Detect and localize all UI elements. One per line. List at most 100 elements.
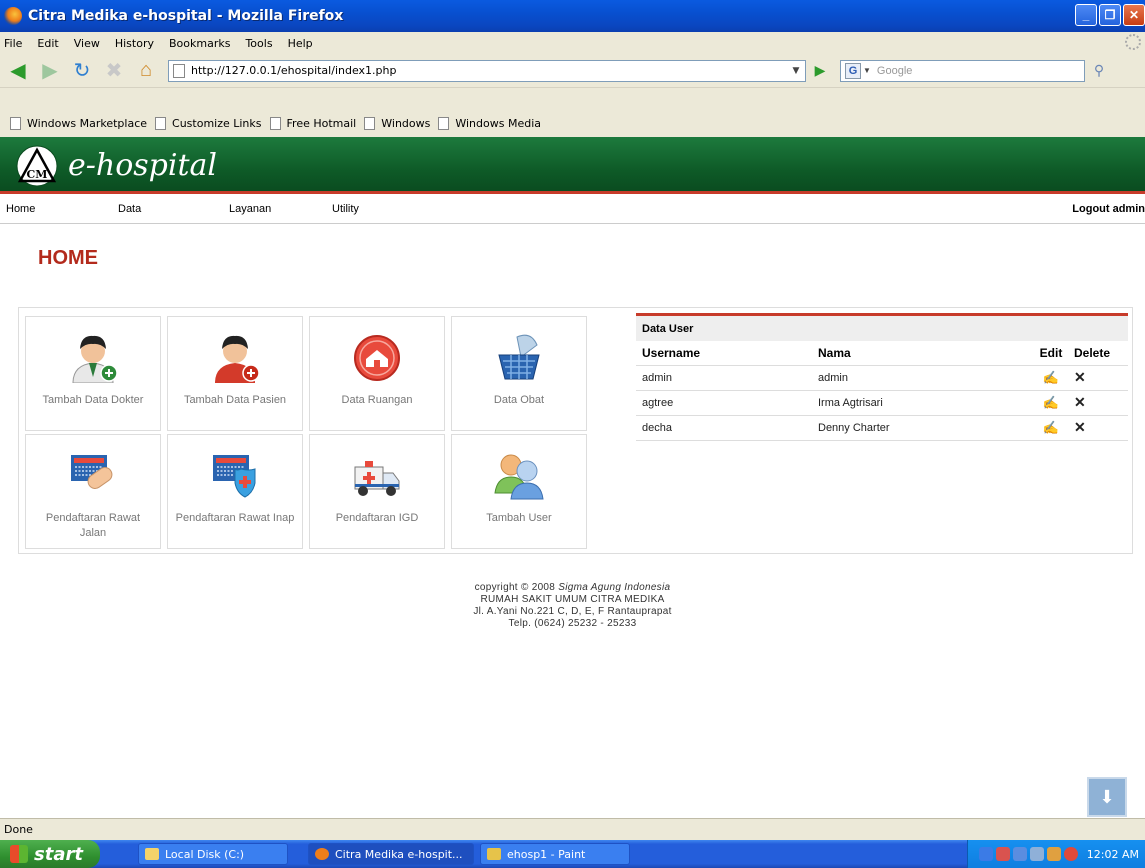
page-viewport: CM e-hospital Home Data Layanan Utility … [0,137,1145,818]
cell-username: agtree [636,389,812,415]
patient-add-icon [207,331,263,383]
delete-icon[interactable]: ✕ [1074,394,1086,410]
page-icon [438,117,450,130]
users-icon [491,449,547,501]
menu-help[interactable]: Help [288,37,313,50]
google-icon[interactable]: G [845,62,861,79]
nav-data[interactable]: Data [118,203,141,215]
site-header: CM e-hospital [0,137,1145,194]
address-bar[interactable]: http://127.0.0.1/ehospital/index1.php ▼ [168,59,806,82]
table-header-row: Username Nama Edit Delete [636,341,1128,365]
col-username: Username [642,345,701,360]
system-tray: 12:02 AM [967,840,1145,868]
paint-icon [487,848,501,860]
delete-icon[interactable]: ✕ [1074,369,1086,385]
tile-data-obat[interactable]: Data Obat [451,316,587,431]
delete-icon[interactable]: ✕ [1074,419,1086,435]
url-text[interactable]: http://127.0.0.1/ehospital/index1.php [191,64,787,77]
tile-pendaftaran-igd[interactable]: Pendaftaran IGD [309,434,445,549]
tile-tambah-user[interactable]: Tambah User [451,434,587,549]
reload-button[interactable]: ↻ [68,59,96,83]
cell-nama: admin [812,364,1032,390]
bookmark-item[interactable]: Windows Media [438,117,541,130]
tile-label: Data Ruangan [341,394,413,406]
site-nav: Home Data Layanan Utility Logout admin [0,194,1145,224]
tray-app-icon[interactable] [1046,847,1061,861]
doctor-add-icon [65,331,121,383]
close-button[interactable]: ✕ [1123,4,1145,26]
tray-app-icon[interactable] [1029,847,1044,861]
window-controls: _ ❐ ✕ [1075,4,1145,26]
cm-logo[interactable]: CM [16,145,58,187]
search-icon[interactable]: ⚲ [1089,60,1109,82]
bookmark-item[interactable]: Windows [364,117,430,130]
edit-icon[interactable]: ✍ [1043,420,1059,435]
taskbar-item-local-disk[interactable]: Local Disk (C:) [138,843,288,865]
home-button[interactable]: ⌂ [132,59,160,83]
minimize-button[interactable]: _ [1075,4,1097,26]
stop-button[interactable]: ✖ [100,59,128,83]
go-button[interactable]: ▶ [810,62,830,79]
tile-pendaftaran-rawat-inap[interactable]: Pendaftaran Rawat Inap [167,434,303,549]
nav-layanan[interactable]: Layanan [229,203,271,215]
search-placeholder[interactable]: Google [877,65,912,77]
maximize-button[interactable]: ❐ [1099,4,1121,26]
nav-utility[interactable]: Utility [332,203,359,215]
menu-file[interactable]: File [4,37,22,50]
start-button[interactable]: start [0,840,100,868]
search-box[interactable]: G ▼ Google [840,59,1085,82]
navigation-toolbar: ◀ ▶ ↻ ✖ ⌂ http://127.0.0.1/ehospital/ind… [0,54,1145,88]
tray-arrow-icon[interactable] [978,847,993,861]
tile-data-ruangan[interactable]: Data Ruangan [309,316,445,431]
cell-nama: Denny Charter [812,414,1032,441]
scroll-down-button[interactable]: ⬇ [1087,777,1127,817]
tray-shield-icon[interactable] [1063,847,1078,861]
url-dropdown-icon[interactable]: ▼ [787,66,805,76]
cell-username: admin [636,364,812,390]
room-icon [349,331,405,383]
logout-link[interactable]: Logout admin [1072,203,1145,215]
bookmarks-toolbar: Windows Marketplace Customize Links Free… [0,110,1145,137]
menu-history[interactable]: History [115,37,154,50]
edit-icon[interactable]: ✍ [1043,395,1059,410]
windows-flag-icon [10,845,28,863]
status-bar: Done [0,818,1145,840]
menu-edit[interactable]: Edit [37,37,58,50]
taskbar-item-firefox[interactable]: Citra Medika e-hospit... [308,843,474,865]
search-engine-dropdown-icon[interactable]: ▼ [863,66,871,75]
page-icon [173,63,185,78]
medicine-basket-icon [491,331,547,383]
page-icon [364,117,376,130]
forward-button[interactable]: ▶ [36,59,64,83]
tray-network-icon[interactable] [995,847,1010,861]
menu-bookmarks[interactable]: Bookmarks [169,37,230,50]
menu-view[interactable]: View [74,37,100,50]
bookmark-item[interactable]: Customize Links [155,117,262,130]
outpatient-icon [65,449,121,501]
tile-label: Tambah Data Pasien [183,394,287,406]
footer-hospital: RUMAH SAKIT UMUM CITRA MEDIKA [480,594,665,605]
taskbar-item-paint[interactable]: ehosp1 - Paint [480,843,630,865]
page-icon [155,117,167,130]
folder-icon [145,848,159,860]
tile-tambah-data-dokter[interactable]: Tambah Data Dokter [25,316,161,431]
tile-label: Tambah Data Dokter [42,394,144,406]
back-button[interactable]: ◀ [4,59,32,83]
edit-icon[interactable]: ✍ [1043,370,1059,385]
tile-pendaftaran-rawat-jalan[interactable]: Pendaftaran Rawat Jalan [25,434,161,549]
cell-username: decha [636,414,812,441]
site-footer: copyright © 2008 Sigma Agung Indonesia R… [0,582,1145,630]
tile-tambah-data-pasien[interactable]: Tambah Data Pasien [167,316,303,431]
footer-copyright: copyright © 2008 [474,582,556,593]
col-delete: Delete [1074,345,1111,360]
page-icon [269,117,281,130]
menu-tools[interactable]: Tools [245,37,272,50]
tray-network-icon[interactable] [1012,847,1027,861]
table-row: agtree Irma Agtrisari ✍ ✕ [636,389,1128,415]
menu-bar: File Edit View History Bookmarks Tools H… [0,32,1145,54]
nav-home[interactable]: Home [6,203,35,215]
bookmark-item[interactable]: Windows Marketplace [10,117,147,130]
site-brand: e-hospital [68,148,218,183]
bookmark-item[interactable]: Free Hotmail [269,117,356,130]
tile-label: Data Obat [493,394,545,406]
